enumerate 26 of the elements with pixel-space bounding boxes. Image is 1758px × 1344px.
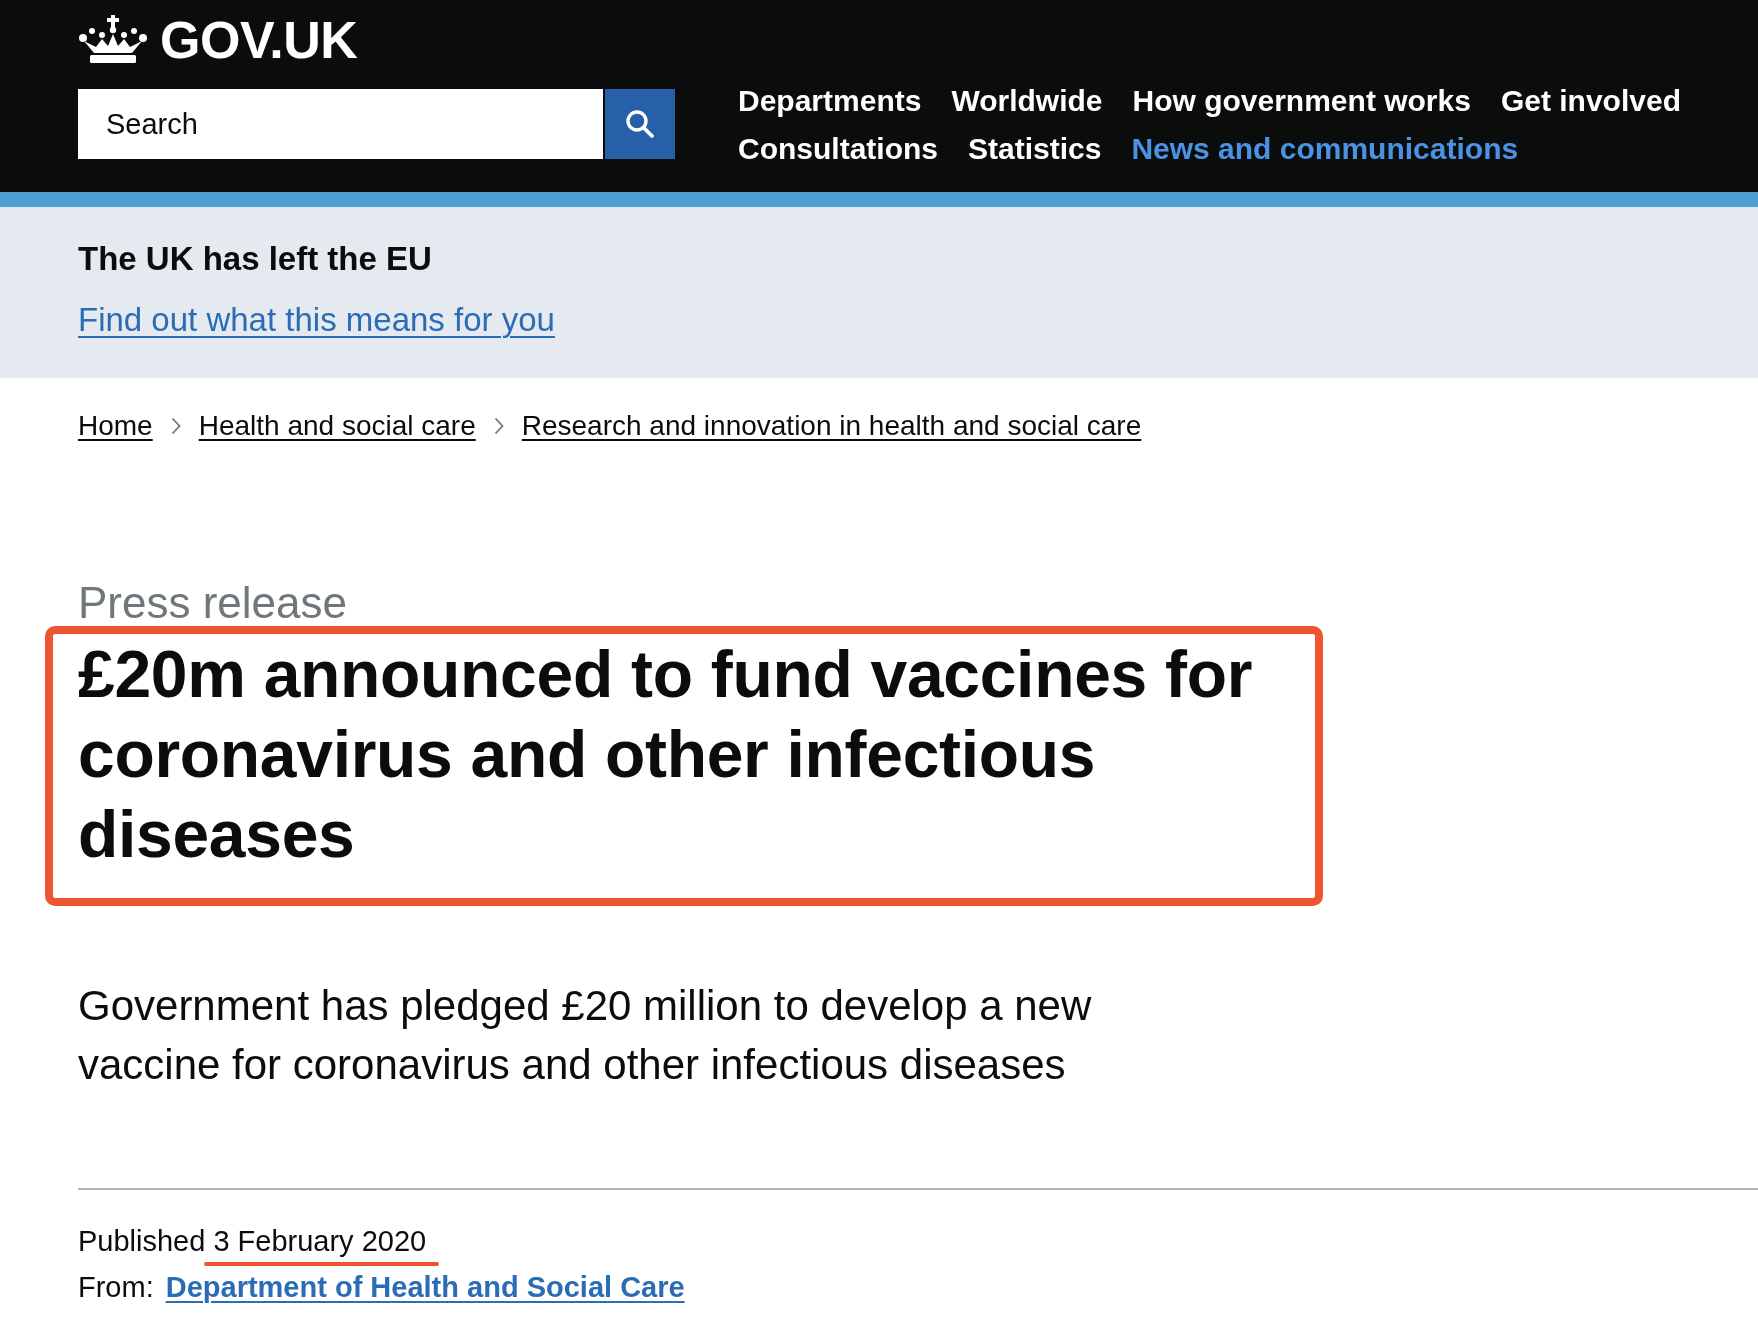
search-icon <box>625 109 655 139</box>
breadcrumb-link[interactable]: Research and innovation in health and social care <box>521 408 1142 444</box>
summary-text: Government has pledged £20 million to develop a new vaccine for coronavirus and other infectious diseases <box>78 981 1093 1090</box>
page-title: £20m announced to fund vaccines for coronavirus and other infectious diseases <box>78 636 1254 873</box>
nav-link[interactable]: News and communications <box>1131 129 1519 169</box>
breadcrumb-link[interactable]: Health and social care <box>198 408 476 444</box>
organisation-link[interactable]: Department of Health and Social Care <box>165 1266 685 1308</box>
published-label: Published <box>78 1224 206 1259</box>
nav-link[interactable]: Statistics <box>968 129 1102 169</box>
crown-icon <box>78 15 148 65</box>
nav-link[interactable]: How government works <box>1132 81 1471 121</box>
logo-link[interactable]: GOV.UK <box>78 14 358 66</box>
nav-link[interactable]: Worldwide <box>951 81 1103 121</box>
banner-heading: The UK has left the EU <box>78 239 432 279</box>
breadcrumb-link[interactable]: Home <box>78 408 153 444</box>
search-field[interactable]: Search <box>78 89 603 159</box>
chevron-icon <box>170 417 181 435</box>
search-button[interactable] <box>605 89 675 159</box>
chevron-icon <box>493 417 504 435</box>
document-type-label: Press release <box>78 580 347 626</box>
nav-link[interactable]: Departments <box>738 81 922 121</box>
from-label: From: <box>78 1270 154 1305</box>
nav-link[interactable]: Consultations <box>738 129 938 169</box>
published-date: 3 February 2020 <box>213 1225 427 1257</box>
nav-link[interactable]: Get involved <box>1500 81 1681 121</box>
banner-link[interactable]: Find out what this means for you <box>78 300 555 340</box>
